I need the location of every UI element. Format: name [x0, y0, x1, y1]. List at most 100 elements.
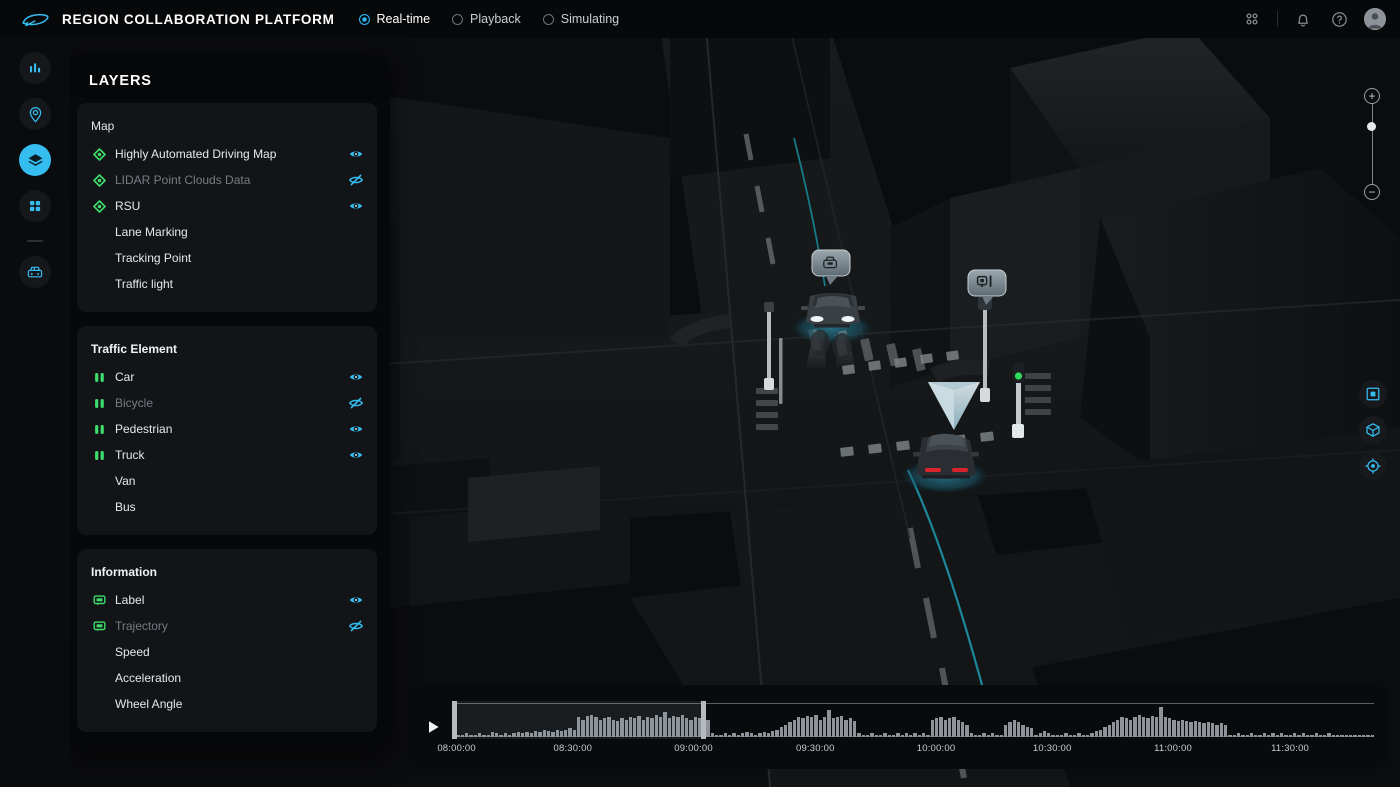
visibility-off-icon[interactable] — [348, 619, 363, 634]
rail-dashboard[interactable] — [19, 190, 51, 222]
layers-icon — [27, 153, 43, 166]
timeline-bar — [792, 719, 796, 737]
bars-icon — [91, 421, 107, 437]
map-zoom-control[interactable]: + − — [1362, 88, 1382, 200]
zoom-slider-handle[interactable] — [1367, 121, 1376, 131]
car-icon — [27, 266, 43, 278]
rail-camera[interactable] — [19, 98, 51, 130]
locate-button[interactable] — [1359, 452, 1387, 480]
bell-icon[interactable] — [1292, 8, 1314, 30]
mode-simulating[interactable]: Simulating — [542, 12, 619, 26]
timeline-bar — [641, 719, 646, 737]
layer-item-lidar-point-clouds-data[interactable]: LIDAR Point Clouds Data — [91, 170, 363, 190]
timeline-bar — [891, 734, 896, 737]
layer-item-lane-marking[interactable]: Lane Marking — [91, 222, 363, 242]
timeline-bar — [1133, 717, 1137, 737]
layer-item-rsu[interactable]: RSU — [91, 196, 363, 216]
timeline-bar — [1167, 718, 1172, 737]
timeline-bar — [1051, 734, 1055, 737]
layer-item-pedestrian[interactable]: Pedestrian — [91, 419, 363, 439]
visibility-off-icon[interactable] — [348, 396, 363, 411]
timeline-bar — [1150, 715, 1154, 737]
diamond-icon — [91, 172, 107, 188]
layer-item-speed[interactable]: Speed — [91, 642, 363, 662]
traffic-pole-southwest — [779, 338, 783, 404]
timeline-bar — [896, 733, 900, 737]
zoom-in-button[interactable]: + — [1364, 88, 1380, 104]
map-view-tools — [1359, 380, 1387, 480]
timeline-bar — [814, 714, 818, 737]
user-avatar-icon[interactable] — [1364, 8, 1386, 30]
timeline-bar — [1060, 734, 1064, 737]
mode-realtime[interactable]: Real-time — [358, 12, 430, 26]
no-icon-placeholder — [91, 644, 107, 660]
no-icon-placeholder — [91, 499, 107, 515]
layer-item-bicycle[interactable]: Bicycle — [91, 393, 363, 413]
layer-item-traffic-light[interactable]: Traffic light — [91, 274, 363, 294]
layer-item-acceleration[interactable]: Acceleration — [91, 668, 363, 688]
timeline-bar — [611, 719, 615, 737]
layer-item-label[interactable]: Label — [91, 590, 363, 610]
help-circle-icon[interactable] — [1328, 8, 1350, 30]
layer-item-highly-automated-driving-map[interactable]: Highly Automated Driving Map — [91, 144, 363, 164]
visibility-on-icon[interactable] — [348, 593, 363, 608]
rail-analytics[interactable] — [19, 52, 51, 84]
layer-item-truck[interactable]: Truck — [91, 445, 363, 465]
timeline-bar — [1034, 734, 1038, 737]
zoom-track[interactable] — [1371, 104, 1373, 184]
layer-item-label: Acceleration — [115, 671, 182, 685]
layer-item-tracking-point[interactable]: Tracking Point — [91, 248, 363, 268]
timeline-body[interactable]: 08:00:00 08:30:00 09:00:00 09:30:00 10:00:00… — [437, 695, 1374, 759]
visibility-on-icon[interactable] — [348, 199, 363, 214]
visibility-on-icon[interactable] — [348, 370, 363, 385]
rail-layers[interactable] — [19, 144, 51, 176]
timeline-bar — [1206, 722, 1210, 737]
timeline-bar — [667, 718, 671, 737]
timeline-bar — [1228, 734, 1232, 737]
camera-pin-icon — [29, 106, 41, 123]
timeline-bar — [1103, 727, 1107, 737]
timeline-bar — [1021, 724, 1025, 737]
timeline-bar — [1219, 723, 1223, 737]
no-icon-placeholder — [91, 670, 107, 686]
timeline-bar — [1004, 724, 1008, 737]
timeline-bar — [771, 730, 775, 737]
timeline-bar — [1327, 733, 1331, 737]
bar-chart-icon — [30, 63, 41, 73]
visibility-off-icon[interactable] — [348, 173, 363, 188]
timeline-bar — [602, 718, 607, 737]
timeline-bar — [490, 732, 495, 737]
timeline-bar — [499, 734, 503, 737]
visibility-on-icon[interactable] — [348, 422, 363, 437]
rail-divider — [27, 240, 43, 242]
play-button[interactable] — [420, 714, 446, 740]
timeline-bar — [464, 733, 469, 737]
timeline-bar — [1042, 730, 1047, 737]
visibility-on-icon[interactable] — [348, 448, 363, 463]
toolbar-divider — [1277, 11, 1278, 27]
timeline-bar — [973, 734, 978, 737]
layer-item-car[interactable]: Car — [91, 367, 363, 387]
timeline-bar — [991, 733, 995, 737]
fit-view-button[interactable] — [1359, 380, 1387, 408]
layer-item-bus[interactable]: Bus — [91, 497, 363, 517]
rail-vehicles[interactable] — [19, 256, 51, 288]
3d-view-button[interactable] — [1359, 416, 1387, 444]
visibility-on-icon[interactable] — [348, 147, 363, 162]
layer-item-van[interactable]: Van — [91, 471, 363, 491]
layer-item-wheel-angle[interactable]: Wheel Angle — [91, 694, 363, 714]
timeline-bar — [564, 729, 568, 737]
timeline-bar — [1357, 735, 1361, 737]
timeline-bar — [1081, 734, 1085, 737]
timeline-bar — [835, 717, 840, 737]
timeline-bar — [1314, 733, 1318, 737]
mode-playback[interactable]: Playback — [452, 12, 521, 26]
timeline-bar — [943, 719, 947, 737]
layer-item-trajectory[interactable]: Trajectory — [91, 616, 363, 636]
timeline-bar — [827, 709, 831, 737]
timeline-bar — [486, 734, 490, 737]
label-icon — [91, 618, 107, 634]
timeline-bar — [460, 734, 464, 737]
grid-apps-icon[interactable] — [1241, 8, 1263, 30]
zoom-out-button[interactable]: − — [1364, 184, 1380, 200]
